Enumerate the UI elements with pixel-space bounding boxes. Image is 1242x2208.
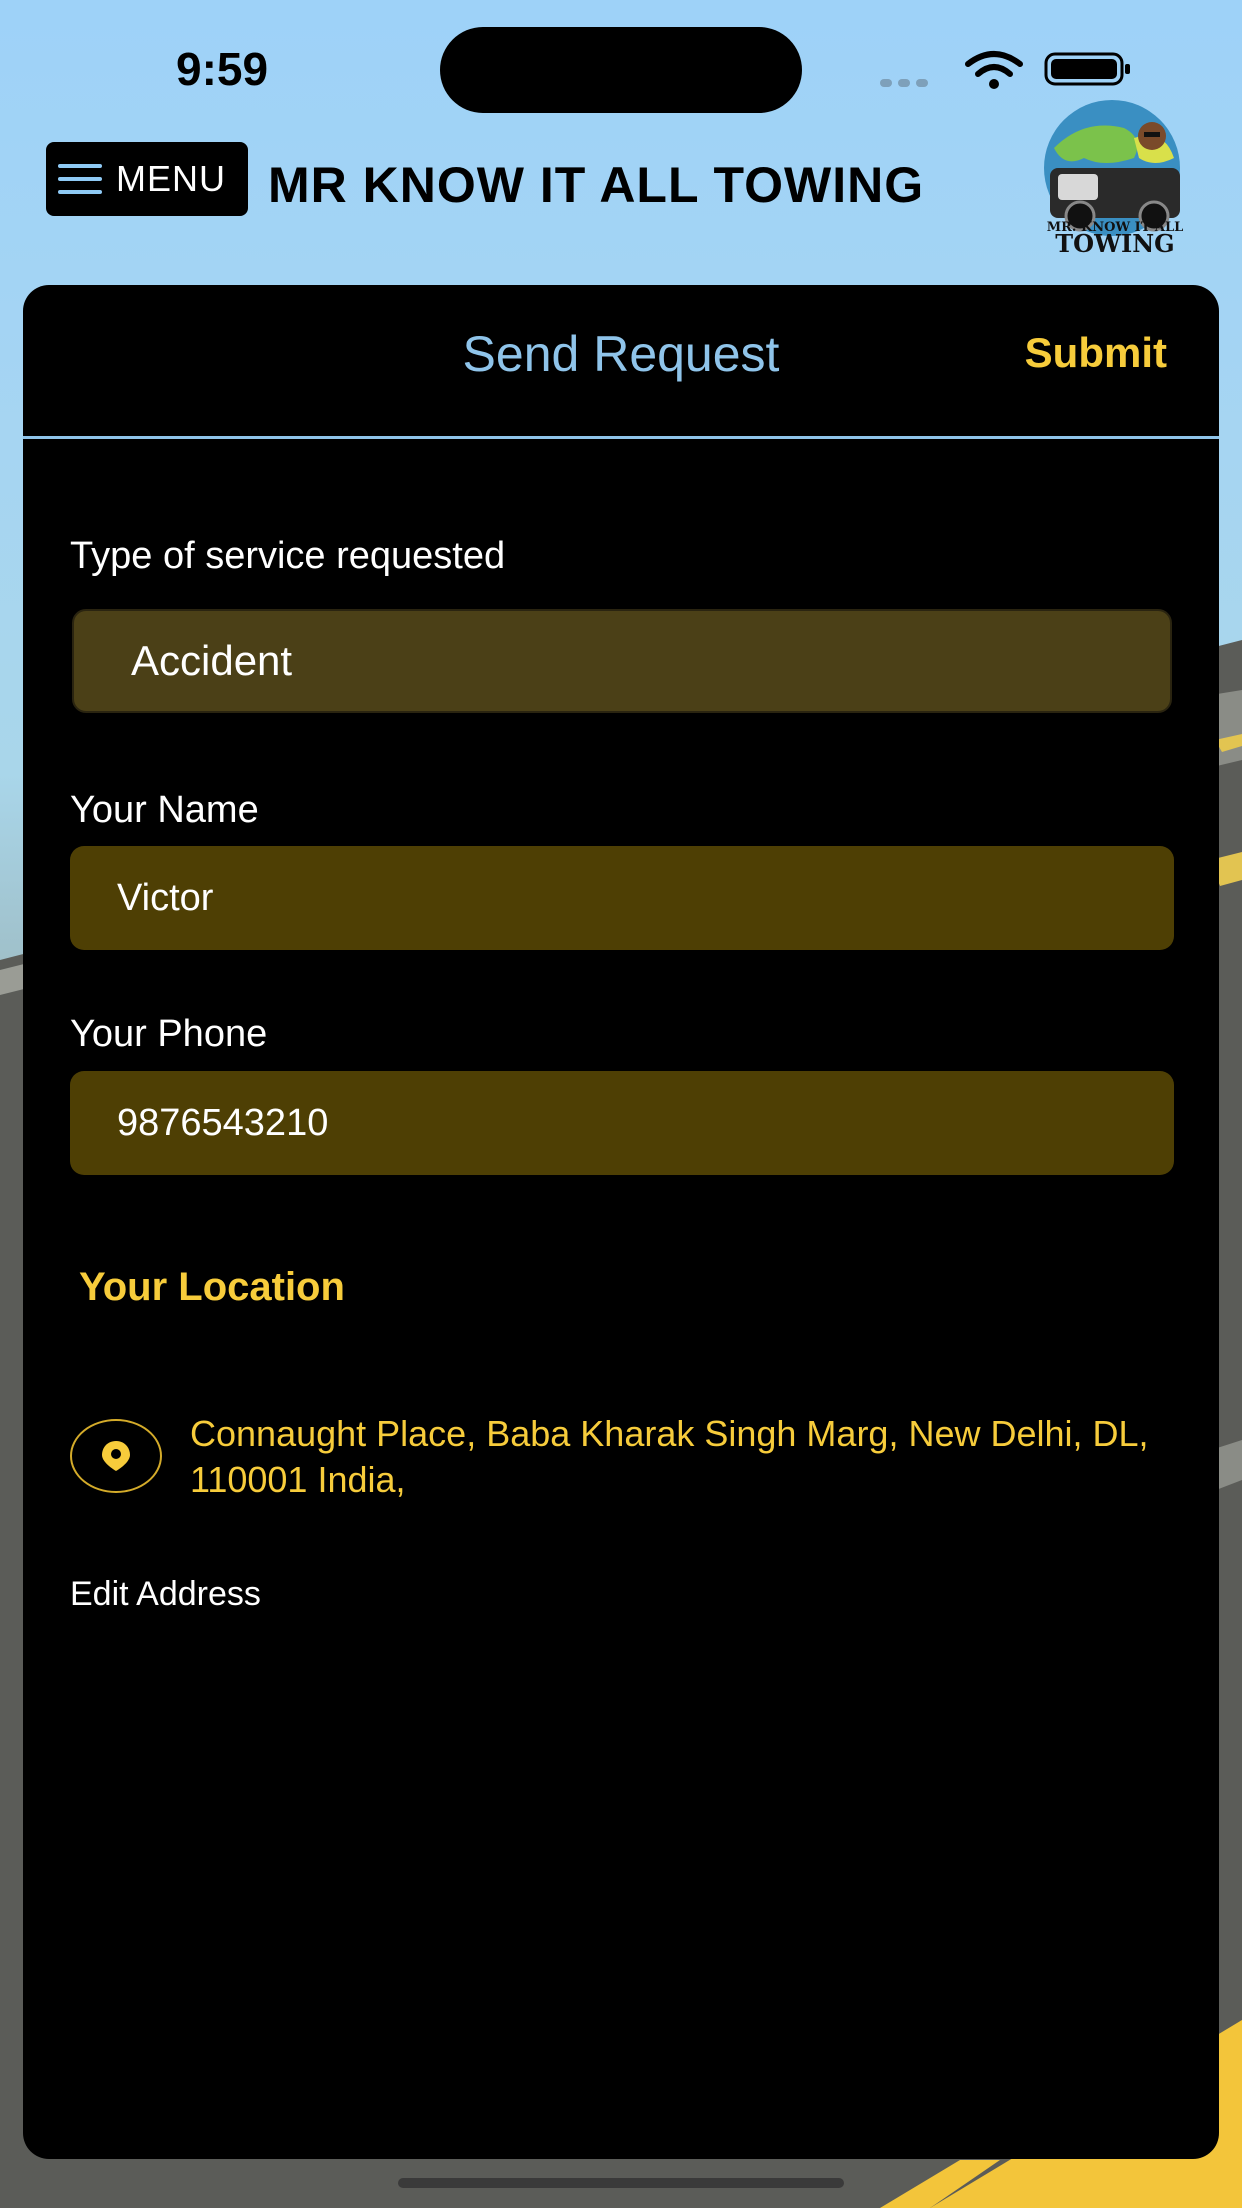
service-select[interactable]: Accident xyxy=(72,609,1172,713)
phone-field[interactable]: 9876543210 xyxy=(70,1071,1174,1175)
status-time: 9:59 xyxy=(176,43,269,95)
app-title: MR KNOW IT ALL TOWING xyxy=(268,157,925,213)
menu-button[interactable]: MENU xyxy=(46,142,248,216)
name-field[interactable]: Victor xyxy=(70,846,1174,950)
edit-address-link[interactable]: Edit Address xyxy=(70,1575,261,1614)
card-header: Send Request Submit xyxy=(23,285,1219,439)
location-pin-icon xyxy=(70,1419,162,1493)
home-indicator xyxy=(398,2178,844,2188)
service-value: Accident xyxy=(131,637,293,684)
phone-label: Your Phone xyxy=(70,1013,268,1055)
logo-text-big: TOWING xyxy=(1055,229,1174,256)
battery-icon xyxy=(1044,52,1130,86)
location-address: Connaught Place, Baba Kharak Singh Marg,… xyxy=(190,1413,1149,1500)
logo: MR. KNOW IT ALL TOWING xyxy=(1044,100,1183,256)
request-card: Send Request Submit Type of service requ… xyxy=(23,285,1219,2159)
submit-button[interactable]: Submit xyxy=(1025,329,1167,377)
signal-icon xyxy=(880,74,946,87)
service-label: Type of service requested xyxy=(70,535,506,577)
menu-label: MENU xyxy=(116,158,226,199)
wifi-icon xyxy=(965,51,1023,89)
menu-icon xyxy=(58,161,102,197)
phone-value: 9876543210 xyxy=(117,1101,329,1144)
name-value: Victor xyxy=(117,876,214,919)
name-label: Your Name xyxy=(70,789,259,831)
dynamic-island xyxy=(440,27,802,113)
location-heading: Your Location xyxy=(79,1265,345,1309)
